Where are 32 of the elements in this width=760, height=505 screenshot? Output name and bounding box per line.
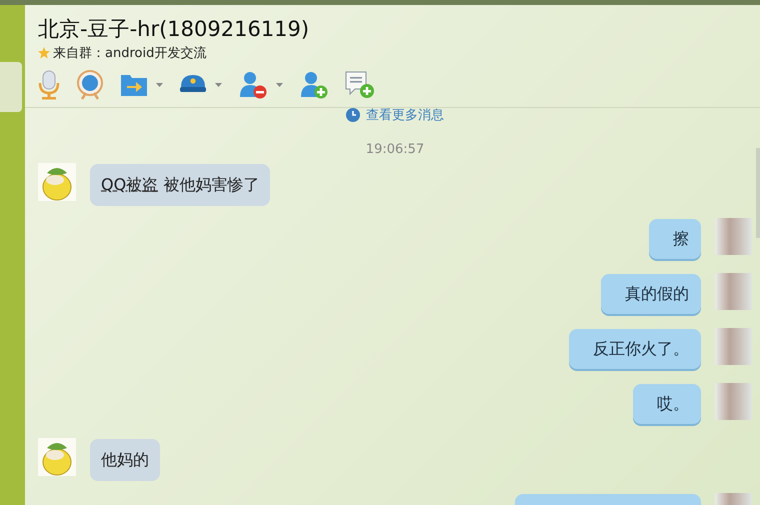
- photo-avatar: [715, 273, 752, 310]
- note-add-icon: [345, 71, 375, 99]
- microphone-icon: [38, 70, 60, 100]
- toolbar-button[interactable]: [76, 70, 104, 100]
- toolbar-button[interactable]: [345, 71, 375, 99]
- more-messages-link[interactable]: 查看更多消息: [346, 108, 444, 122]
- caret-icon: [276, 83, 283, 87]
- toolbar-button[interactable]: [120, 73, 163, 97]
- star-icon: [38, 47, 50, 59]
- toolbar-button[interactable]: [299, 71, 329, 99]
- message-bubble: QQ被盗 被他妈害惨了: [90, 164, 270, 206]
- webcam-icon: [76, 70, 104, 100]
- message-bubble: 哎。: [633, 384, 701, 424]
- cartoon-avatar: [38, 163, 76, 201]
- message-bubble: 反正你火了。: [569, 329, 701, 369]
- caret-icon: [156, 83, 163, 87]
- user-remove-icon: [238, 71, 268, 99]
- group-source: 来自群：android开发交流: [53, 45, 206, 62]
- folder-arrow-icon: [120, 73, 148, 97]
- clock-icon: [346, 108, 360, 122]
- message-bubble: 擦: [649, 219, 701, 259]
- message-bubble: 真的假的: [601, 274, 701, 314]
- photo-avatar: [715, 218, 752, 255]
- toolbar-button[interactable]: [238, 71, 283, 99]
- chat-title: 北京-豆子-hr(1809216119): [38, 16, 310, 42]
- timestamp: 19:06:57: [366, 142, 424, 157]
- message-bubble: 他妈的: [90, 439, 160, 481]
- caret-icon: [215, 83, 222, 87]
- cartoon-avatar: [38, 438, 76, 476]
- photo-avatar: [715, 328, 752, 365]
- photo-avatar: [715, 383, 752, 420]
- user-add-icon: [299, 71, 329, 99]
